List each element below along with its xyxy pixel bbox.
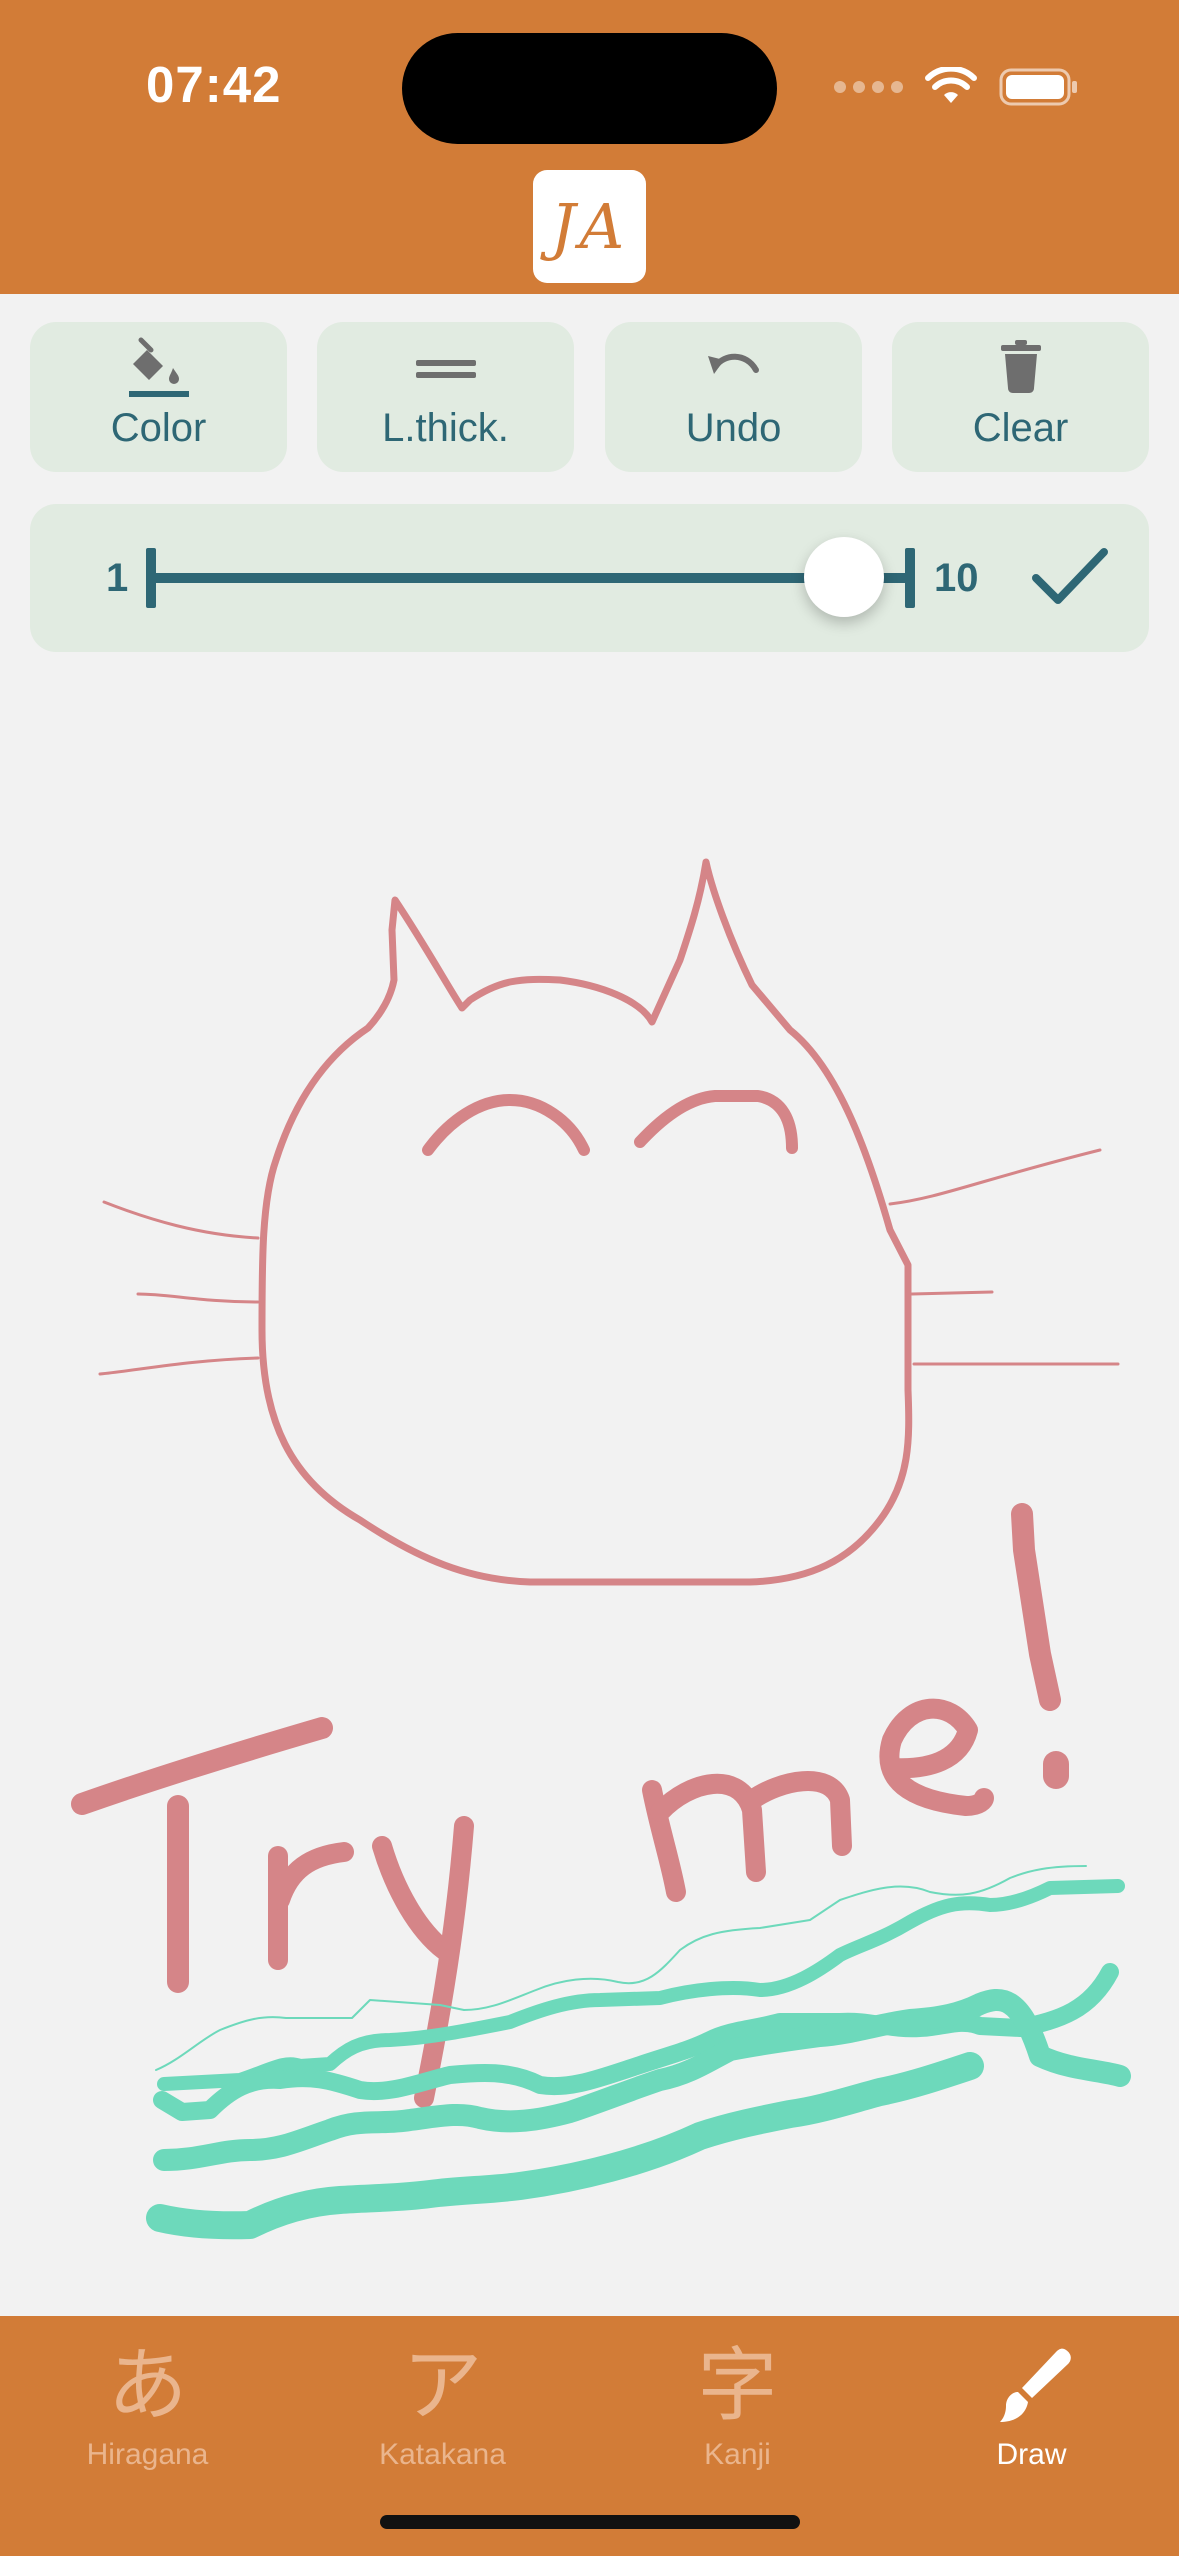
trash-icon xyxy=(989,336,1053,398)
header-bar: 07:42 JA xyxy=(0,0,1179,294)
slider-min-cap xyxy=(146,548,156,608)
tab-kanji-label: Kanji xyxy=(704,2438,771,2471)
dynamic-island xyxy=(402,33,777,144)
tab-draw-label: Draw xyxy=(996,2438,1067,2471)
brush-icon xyxy=(984,2338,1080,2434)
slider-min-label: 1 xyxy=(106,556,129,600)
undo-icon xyxy=(702,336,766,398)
katakana-glyph-icon: ア xyxy=(402,2339,483,2432)
battery-icon xyxy=(999,68,1077,106)
slider-max-label: 10 xyxy=(934,556,979,600)
tab-hiragana[interactable]: あ Hiragana xyxy=(0,2338,295,2488)
tab-kanji[interactable]: 字 Kanji xyxy=(590,2338,885,2488)
app-logo: JA xyxy=(533,170,646,283)
slider-thumb[interactable] xyxy=(804,537,885,617)
home-indicator xyxy=(380,2515,800,2529)
wave-lines-drawing xyxy=(146,1865,1131,2240)
tab-katakana-label: Katakana xyxy=(379,2438,506,2471)
hiragana-glyph-icon: あ xyxy=(107,2339,188,2432)
line-thickness-button[interactable]: L.thick. xyxy=(317,322,574,472)
line-thickness-icon xyxy=(414,336,478,398)
slider-track[interactable] xyxy=(148,573,912,583)
undo-button-label: Undo xyxy=(685,406,782,450)
kanji-glyph-icon: 字 xyxy=(697,2339,778,2432)
clear-button-label: Clear xyxy=(972,406,1069,450)
tab-katakana[interactable]: ア Katakana xyxy=(295,2338,590,2488)
wifi-icon xyxy=(925,67,977,103)
slider-max-cap xyxy=(905,548,915,608)
drawing-canvas[interactable] xyxy=(0,660,1179,2316)
cat-drawing xyxy=(98,858,1120,1586)
status-icons xyxy=(834,62,1079,112)
clear-button[interactable]: Clear xyxy=(892,322,1149,472)
thickness-slider-panel: 1 10 xyxy=(30,504,1149,652)
tab-hiragana-label: Hiragana xyxy=(86,2438,209,2471)
confirm-check-icon[interactable] xyxy=(1020,538,1120,618)
color-button-label: Color xyxy=(110,406,207,450)
draw-screen: 07:42 JA Color L.thick. Undo Clear 1 10 … xyxy=(0,0,1179,2556)
line-thickness-button-label: L.thick. xyxy=(382,406,509,450)
undo-button[interactable]: Undo xyxy=(605,322,862,472)
cellular-signal-icon xyxy=(834,81,903,93)
status-time: 07:42 xyxy=(146,56,282,113)
tab-draw[interactable]: Draw xyxy=(884,2338,1179,2488)
paint-bucket-icon xyxy=(127,336,191,398)
color-button[interactable]: Color xyxy=(30,322,287,472)
